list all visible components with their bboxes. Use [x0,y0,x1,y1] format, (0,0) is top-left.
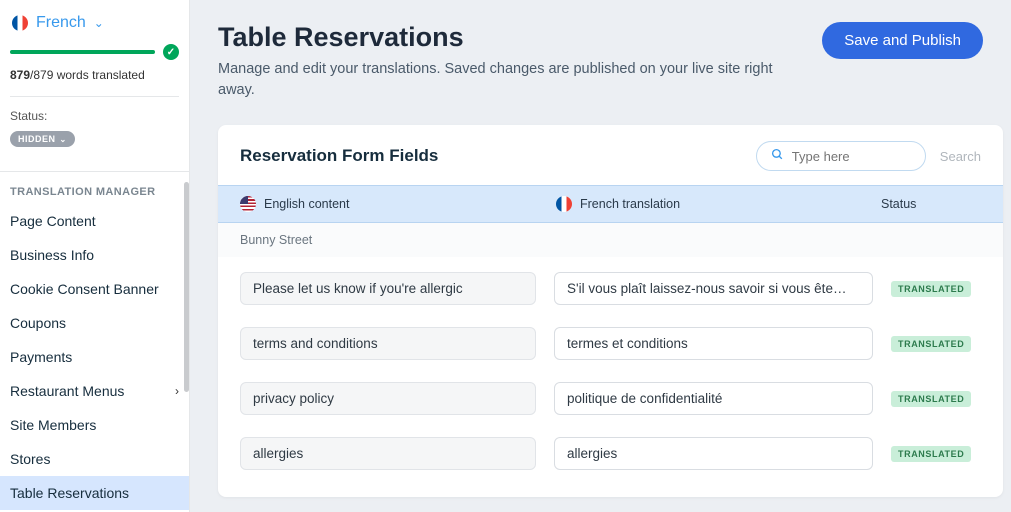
sidebar-item-label: Stores [10,451,50,467]
section-title: TRANSLATION MANAGER [0,172,189,204]
sidebar-item-page-content[interactable]: Page Content [0,204,189,238]
status-label: Status: [10,109,179,123]
status-cell: TRANSLATED [891,446,981,462]
progress-bar [10,50,155,54]
translation-row: privacy policy politique de confidentiali… [240,371,981,426]
sidebar-item-label: Payments [10,349,72,365]
search-link[interactable]: Search [940,149,981,164]
save-publish-button[interactable]: Save and Publish [822,22,983,59]
column-headers: English content French translation Statu… [218,185,1003,223]
english-cell[interactable]: Please let us know if you're allergic [240,272,536,305]
card-title: Reservation Form Fields [240,146,438,166]
col-french: French translation [580,197,680,211]
nav-list: Page Content Business Info Cookie Consent … [0,204,189,510]
flag-us-icon [240,196,256,212]
search-icon [771,148,784,164]
status-cell: TRANSLATED [891,281,981,297]
sidebar-item-site-members[interactable]: Site Members [0,408,189,442]
sidebar: French ⌄ ✓ 879/879 words translated Stat… [0,0,190,512]
chevron-down-icon: ⌄ [94,16,104,30]
french-cell[interactable]: allergies [554,437,873,470]
sidebar-item-table-reservations[interactable]: Table Reservations [0,476,189,510]
check-circle-icon: ✓ [163,44,179,60]
col-english: English content [264,197,349,211]
sidebar-item-business-info[interactable]: Business Info [0,238,189,272]
sidebar-item-stores[interactable]: Stores [0,442,189,476]
sidebar-item-restaurant-menus[interactable]: Restaurant Menus › [0,374,189,408]
progress-text: 879/879 words translated [10,68,179,82]
flag-fr-icon [12,15,28,31]
french-cell[interactable]: S'il vous plaît laissez-nous savoir si v… [554,272,873,305]
group-header: Bunny Street [218,223,1003,257]
page-title: Table Reservations [218,22,798,53]
english-cell[interactable]: terms and conditions [240,327,536,360]
language-selector[interactable]: French ⌄ [10,10,179,34]
flag-fr-icon [556,196,572,212]
status-value: HIDDEN [18,134,56,144]
sidebar-item-cookie-consent-banner[interactable]: Cookie Consent Banner [0,272,189,306]
status-badge: TRANSLATED [891,446,971,462]
french-cell[interactable]: termes et conditions [554,327,873,360]
sidebar-item-label: Cookie Consent Banner [10,281,159,297]
status-badge: TRANSLATED [891,391,971,407]
chevron-down-icon: ⌄ [60,135,67,144]
sidebar-item-label: Table Reservations [10,485,129,501]
status-badge: TRANSLATED [891,336,971,352]
sidebar-item-label: Page Content [10,213,96,229]
chevron-right-icon: › [175,384,179,398]
sidebar-item-label: Restaurant Menus [10,383,124,399]
status-cell: TRANSLATED [891,391,981,407]
translation-row: Please let us know if you're allergic S'i… [240,261,981,316]
form-fields-card: Reservation Form Fields Search English c… [218,125,1003,497]
col-status: Status [881,197,981,211]
english-cell[interactable]: privacy policy [240,382,536,415]
status-badge: TRANSLATED [891,281,971,297]
translation-row: allergies allergies TRANSLATED [240,426,981,481]
sidebar-item-label: Coupons [10,315,66,331]
sidebar-item-label: Business Info [10,247,94,263]
translation-row: terms and conditions termes et conditions… [240,316,981,371]
main: Table Reservations Manage and edit your … [190,0,1011,512]
sidebar-item-label: Site Members [10,417,96,433]
language-name: French [36,14,86,32]
status-cell: TRANSLATED [891,336,981,352]
sidebar-item-payments[interactable]: Payments [0,340,189,374]
french-cell[interactable]: politique de confidentialité [554,382,873,415]
sidebar-item-coupons[interactable]: Coupons [0,306,189,340]
page-subtitle: Manage and edit your translations. Saved… [218,59,798,101]
english-cell[interactable]: allergies [240,437,536,470]
status-pill[interactable]: HIDDEN ⌄ [10,131,75,147]
search-box[interactable] [756,141,926,171]
search-input[interactable] [792,149,912,164]
